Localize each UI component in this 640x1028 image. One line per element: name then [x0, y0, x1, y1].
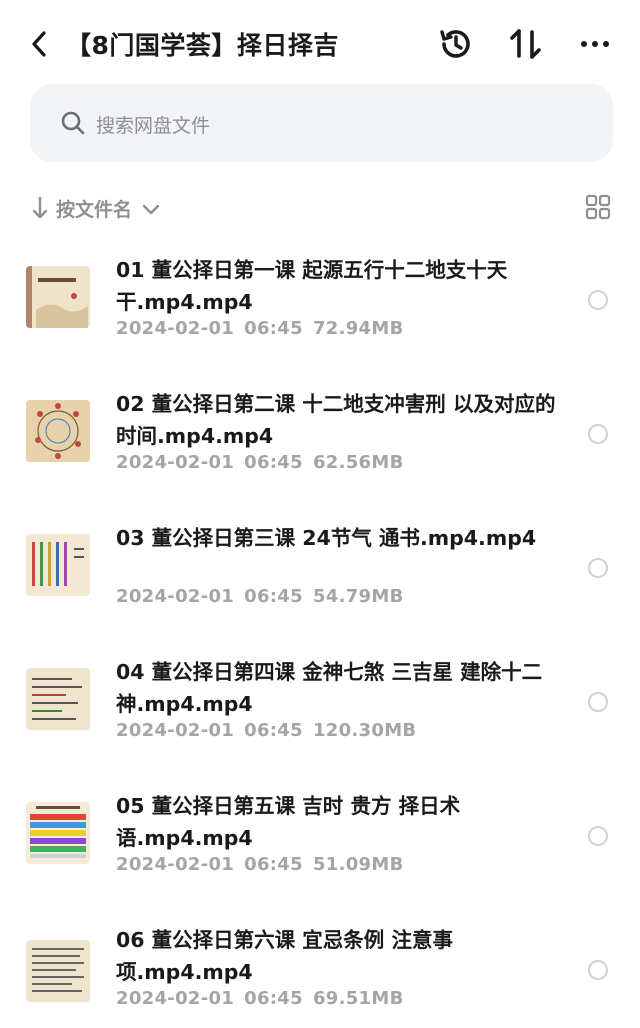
file-time: 06:45 — [244, 452, 303, 473]
file-size: 69.51MB — [312, 988, 404, 1009]
file-time: 06:45 — [244, 854, 303, 875]
chevron-left-icon — [32, 31, 46, 57]
file-name: 04 董公择日第四课 金神七煞 三吉星 建除十二神.mp4.mp4 — [116, 660, 543, 716]
file-name: 02 董公择日第二课 十二地支冲害刑 以及对应的时间.mp4.mp4 — [116, 392, 556, 448]
file-meta: 2024-02-01 06:45 54.79MB — [116, 586, 414, 607]
file-row[interactable]: 05 董公择日第五课 吉时 贵方 择日术语.mp4.mp4 2024-02-01… — [0, 768, 640, 902]
file-time: 06:45 — [244, 586, 303, 607]
sort-order-button[interactable] — [506, 24, 546, 64]
file-name: 03 董公择日第三课 24节气 通书.mp4.mp4 — [116, 526, 537, 550]
history-button[interactable] — [436, 24, 476, 64]
sort-arrows-icon — [510, 29, 541, 59]
file-date: 2024-02-01 — [116, 586, 235, 607]
file-meta: 2024-02-01 06:45 120.30MB — [116, 720, 426, 741]
file-row[interactable]: 06 董公择日第六课 宜忌条例 注意事项.mp4.mp4 2024-02-01 0… — [0, 902, 640, 1028]
search-icon — [61, 111, 85, 135]
file-date: 2024-02-01 — [116, 988, 235, 1009]
video-thumbnail — [26, 266, 90, 328]
file-size: 120.30MB — [312, 720, 417, 741]
chevron-down-icon — [142, 204, 160, 215]
more-dots-icon — [581, 41, 609, 47]
file-size: 62.56MB — [312, 452, 404, 473]
file-date: 2024-02-01 — [116, 854, 235, 875]
file-meta: 2024-02-01 06:45 69.51MB — [116, 988, 414, 1009]
file-size: 54.79MB — [312, 586, 404, 607]
select-checkbox[interactable] — [588, 692, 608, 712]
more-button[interactable] — [576, 24, 616, 64]
file-name: 06 董公择日第六课 宜忌条例 注意事项.mp4.mp4 — [116, 928, 453, 984]
file-size: 72.94MB — [312, 318, 404, 339]
video-thumbnail — [26, 802, 90, 864]
video-thumbnail — [26, 668, 90, 730]
video-thumbnail — [26, 940, 90, 1002]
video-thumbnail — [26, 400, 90, 462]
sort-label: 按文件名 — [56, 199, 133, 221]
file-date: 2024-02-01 — [116, 720, 235, 741]
file-meta: 2024-02-01 06:45 72.94MB — [116, 318, 414, 339]
file-meta: 2024-02-01 06:45 62.56MB — [116, 452, 414, 473]
search-placeholder: 搜索网盘文件 — [96, 115, 211, 137]
file-meta: 2024-02-01 06:45 51.09MB — [116, 854, 414, 875]
arrow-down-icon — [32, 196, 48, 219]
select-checkbox[interactable] — [588, 826, 608, 846]
file-row[interactable]: 02 董公择日第二课 十二地支冲害刑 以及对应的时间.mp4.mp4 2024-… — [0, 366, 640, 500]
history-icon — [440, 30, 470, 58]
file-date: 2024-02-01 — [116, 452, 235, 473]
file-size: 51.09MB — [312, 854, 404, 875]
top-bar: 【8门国学荟】择日择吉 — [0, 0, 640, 84]
file-time: 06:45 — [244, 318, 303, 339]
file-date: 2024-02-01 — [116, 318, 235, 339]
file-row[interactable]: 03 董公择日第三课 24节气 通书.mp4.mp4 2024-02-01 06:… — [0, 500, 640, 634]
file-name: 05 董公择日第五课 吉时 贵方 择日术语.mp4.mp4 — [116, 794, 461, 850]
search-bar[interactable]: 搜索网盘文件 — [30, 84, 613, 162]
file-time: 06:45 — [244, 720, 303, 741]
select-checkbox[interactable] — [588, 290, 608, 310]
video-thumbnail — [26, 534, 90, 596]
grid-view-button[interactable] — [585, 194, 611, 220]
select-checkbox[interactable] — [588, 558, 608, 578]
file-time: 06:45 — [244, 988, 303, 1009]
select-checkbox[interactable] — [588, 424, 608, 444]
file-name: 01 董公择日第一课 起源五行十二地支十天干.mp4.mp4 — [116, 258, 508, 314]
grid-view-icon — [585, 194, 611, 220]
select-checkbox[interactable] — [588, 960, 608, 980]
file-row[interactable]: 01 董公择日第一课 起源五行十二地支十天干.mp4.mp4 2024-02-0… — [0, 232, 640, 366]
page-title: 【8门国学荟】择日择吉 — [66, 31, 339, 60]
file-row[interactable]: 04 董公择日第四课 金神七煞 三吉星 建除十二神.mp4.mp4 2024-0… — [0, 634, 640, 768]
back-button[interactable] — [26, 28, 54, 60]
